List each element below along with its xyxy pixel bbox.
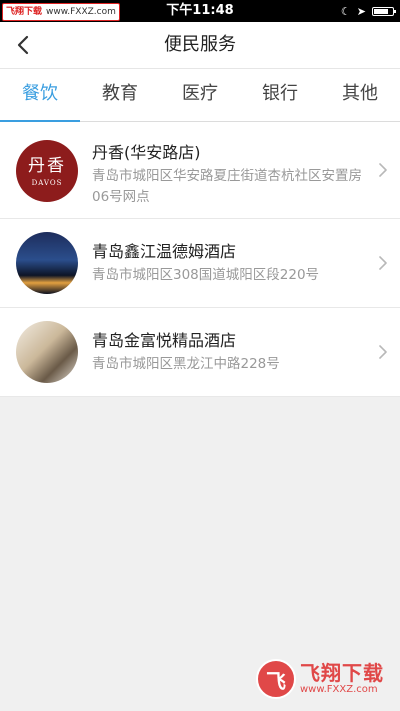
moon-icon: ☾ [340, 4, 351, 18]
watermark-en: www.FXXZ.com [300, 684, 378, 695]
tab-bank[interactable]: 银行 [240, 69, 320, 121]
item-text: 丹香(华安路店) 青岛市城阳区华安路夏庄街道杏杭社区安置房06号网点 [92, 142, 362, 208]
tab-education[interactable]: 教育 [80, 69, 160, 121]
chevron-right-icon [379, 163, 387, 177]
item-address: 青岛市城阳区黑龙江中路228号 [92, 356, 280, 372]
item-address: 青岛市城阳区308国道城阳区段220号 [92, 267, 320, 283]
page-title: 便民服务 [164, 34, 236, 55]
logo-text: 丹香 [28, 155, 66, 176]
watermark-texts: 飞翔下载 www.FXXZ.com [300, 662, 384, 696]
watermark-icon: 飞 [256, 659, 296, 699]
list-item[interactable]: 青岛鑫江温德姆酒店 青岛市城阳区308国道城阳区段220号 [0, 219, 400, 308]
list-item[interactable]: 丹香 DAVOS 丹香(华安路店) 青岛市城阳区华安路夏庄街道杏杭社区安置房06… [0, 122, 400, 219]
venue-logo: 丹香 DAVOS [16, 140, 78, 202]
tab-other[interactable]: 其他 [320, 69, 400, 121]
item-text: 青岛金富悦精品酒店 青岛市城阳区黑龙江中路228号 [92, 330, 362, 375]
watermark-cn: 飞翔下载 [300, 661, 384, 685]
tab-medical[interactable]: 医疗 [160, 69, 240, 121]
item-title: 青岛金富悦精品酒店 [92, 331, 237, 350]
item-address: 青岛市城阳区华安路夏庄街道杏杭社区安置房06号网点 [92, 168, 362, 205]
nav-bar: 便民服务 [0, 22, 400, 69]
chevron-right-icon [379, 345, 387, 359]
item-title: 青岛鑫江温德姆酒店 [92, 242, 237, 261]
tab-catering[interactable]: 餐饮 [0, 69, 80, 122]
venue-list: 丹香 DAVOS 丹香(华安路店) 青岛市城阳区华安路夏庄街道杏杭社区安置房06… [0, 122, 400, 397]
item-text: 青岛鑫江温德姆酒店 青岛市城阳区308国道城阳区段220号 [92, 241, 362, 286]
logo-subtext: DAVOS [31, 178, 63, 187]
list-item[interactable]: 青岛金富悦精品酒店 青岛市城阳区黑龙江中路228号 [0, 308, 400, 397]
venue-photo [16, 321, 78, 383]
battery-icon [372, 6, 396, 16]
venue-photo [16, 232, 78, 294]
status-bar: 飞翔下载 www.FXXZ.com 下午11:48 ☾ ➤ [0, 0, 400, 22]
location-arrow-icon: ➤ [356, 4, 366, 18]
chevron-right-icon [379, 256, 387, 270]
category-tabs: 餐饮 教育 医疗 银行 其他 [0, 69, 400, 122]
status-icons: ☾ ➤ [340, 0, 396, 22]
item-title: 丹香(华安路店) [92, 143, 201, 162]
watermark-logo: 飞 飞翔下载 www.FXXZ.com [256, 655, 392, 703]
